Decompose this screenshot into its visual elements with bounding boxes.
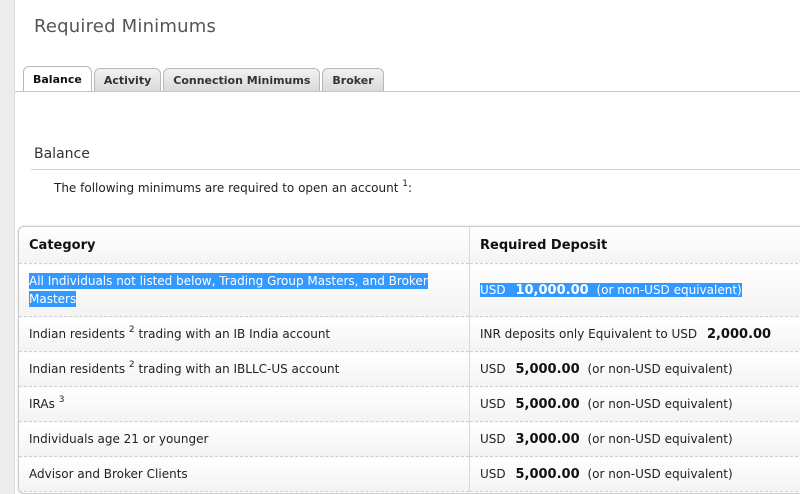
- deposit-cell: USD 5,000.00 (or non-USD equivalent): [469, 351, 800, 387]
- category-label-suffix: trading with an IB India account: [134, 327, 331, 341]
- category-label-suffix: trading with an IBLLC-US account: [134, 362, 340, 376]
- category-label: Individuals age 21 or younger: [29, 432, 209, 446]
- table-row: Individuals age 21 or younger USD 3,000.…: [19, 421, 800, 457]
- minimums-table-container: Category Required Deposit All Individual…: [18, 226, 800, 494]
- category-cell: Advisor and Broker Clients: [19, 456, 470, 492]
- deposit-cell: USD 5,000.00 (or non-USD equivalent): [469, 386, 800, 422]
- currency-label: USD: [480, 466, 506, 481]
- category-cell: All Individuals not listed below, Tradin…: [19, 263, 470, 317]
- tab-divider: [15, 91, 800, 92]
- table-row: All Individuals not listed below, Tradin…: [19, 263, 800, 317]
- deposit-cell: USD 3,000.00 (or non-USD equivalent): [469, 421, 800, 457]
- footnote-marker[interactable]: 2: [129, 360, 135, 370]
- tab-broker[interactable]: Broker: [322, 68, 384, 92]
- equivalent-note: (or non-USD equivalent): [596, 282, 742, 297]
- section-title: Balance: [34, 146, 90, 162]
- column-header-category: Category: [19, 227, 470, 264]
- category-label: Advisor and Broker Clients: [29, 467, 188, 481]
- deposit-cell: INR deposits only Equivalent to USD 2,00…: [469, 316, 800, 352]
- footnote-marker[interactable]: 3: [59, 395, 65, 405]
- left-gutter: [0, 0, 15, 494]
- deposit-value: USD 10,000.00 (or non-USD equivalent): [480, 282, 742, 298]
- deposit-cell: USD 5,000.00 (or non-USD equivalent): [469, 456, 800, 492]
- minimums-table: Category Required Deposit All Individual…: [19, 227, 800, 492]
- category-label: Indian residents: [29, 362, 126, 376]
- category-cell: Individuals age 21 or younger: [19, 421, 470, 457]
- column-header-required-deposit: Required Deposit: [469, 227, 800, 264]
- section-divider: [31, 169, 800, 170]
- intro-label: The following minimums are required to o…: [54, 181, 399, 195]
- equivalent-note: (or non-USD equivalent): [587, 466, 733, 481]
- amount-value: 5,000.00: [515, 466, 580, 482]
- table-header-row: Category Required Deposit: [19, 227, 800, 264]
- amount-value: 5,000.00: [515, 396, 580, 412]
- table-row: IRAs 3 USD 5,000.00 (or non-USD equivale…: [19, 386, 800, 422]
- tab-balance[interactable]: Balance: [23, 66, 92, 92]
- currency-label: USD: [480, 282, 506, 297]
- table-row: Advisor and Broker Clients USD 5,000.00 …: [19, 456, 800, 492]
- equivalent-note: (or non-USD equivalent): [587, 361, 733, 376]
- table-row: Indian residents 2 trading with an IBLLC…: [19, 351, 800, 387]
- intro-text: The following minimums are required to o…: [54, 179, 413, 196]
- tab-bar: Balance Activity Connection Minimums Bro…: [23, 66, 384, 92]
- category-cell: IRAs 3: [19, 386, 470, 422]
- currency-label: USD: [480, 361, 506, 376]
- table-row: Indian residents 2 trading with an IB In…: [19, 316, 800, 352]
- tab-connection-minimums[interactable]: Connection Minimums: [163, 68, 321, 92]
- category-label: IRAs: [29, 397, 55, 411]
- currency-label: USD: [480, 431, 506, 446]
- footnote-marker[interactable]: 1: [402, 179, 408, 189]
- amount-value: 3,000.00: [515, 431, 580, 447]
- amount-value: 10,000.00: [515, 282, 589, 298]
- equivalent-note: (or non-USD equivalent): [587, 396, 733, 411]
- amount-value: 2,000.00: [706, 326, 772, 342]
- category-cell: Indian residents 2 trading with an IB In…: [19, 316, 470, 352]
- equivalent-note: (or non-USD equivalent): [587, 431, 733, 446]
- category-cell: Indian residents 2 trading with an IBLLC…: [19, 351, 470, 387]
- footnote-marker[interactable]: 2: [129, 325, 135, 335]
- category-label: Indian residents: [29, 327, 126, 341]
- page-title: Required Minimums: [34, 16, 217, 37]
- currency-label: USD: [480, 396, 506, 411]
- category-label: All Individuals not listed below, Tradin…: [29, 273, 428, 307]
- amount-value: 5,000.00: [515, 361, 580, 377]
- intro-suffix: :: [408, 181, 413, 195]
- deposit-cell: USD 10,000.00 (or non-USD equivalent): [469, 263, 800, 317]
- deposit-prefix: INR deposits only Equivalent to USD: [480, 326, 698, 341]
- tab-activity[interactable]: Activity: [93, 68, 162, 92]
